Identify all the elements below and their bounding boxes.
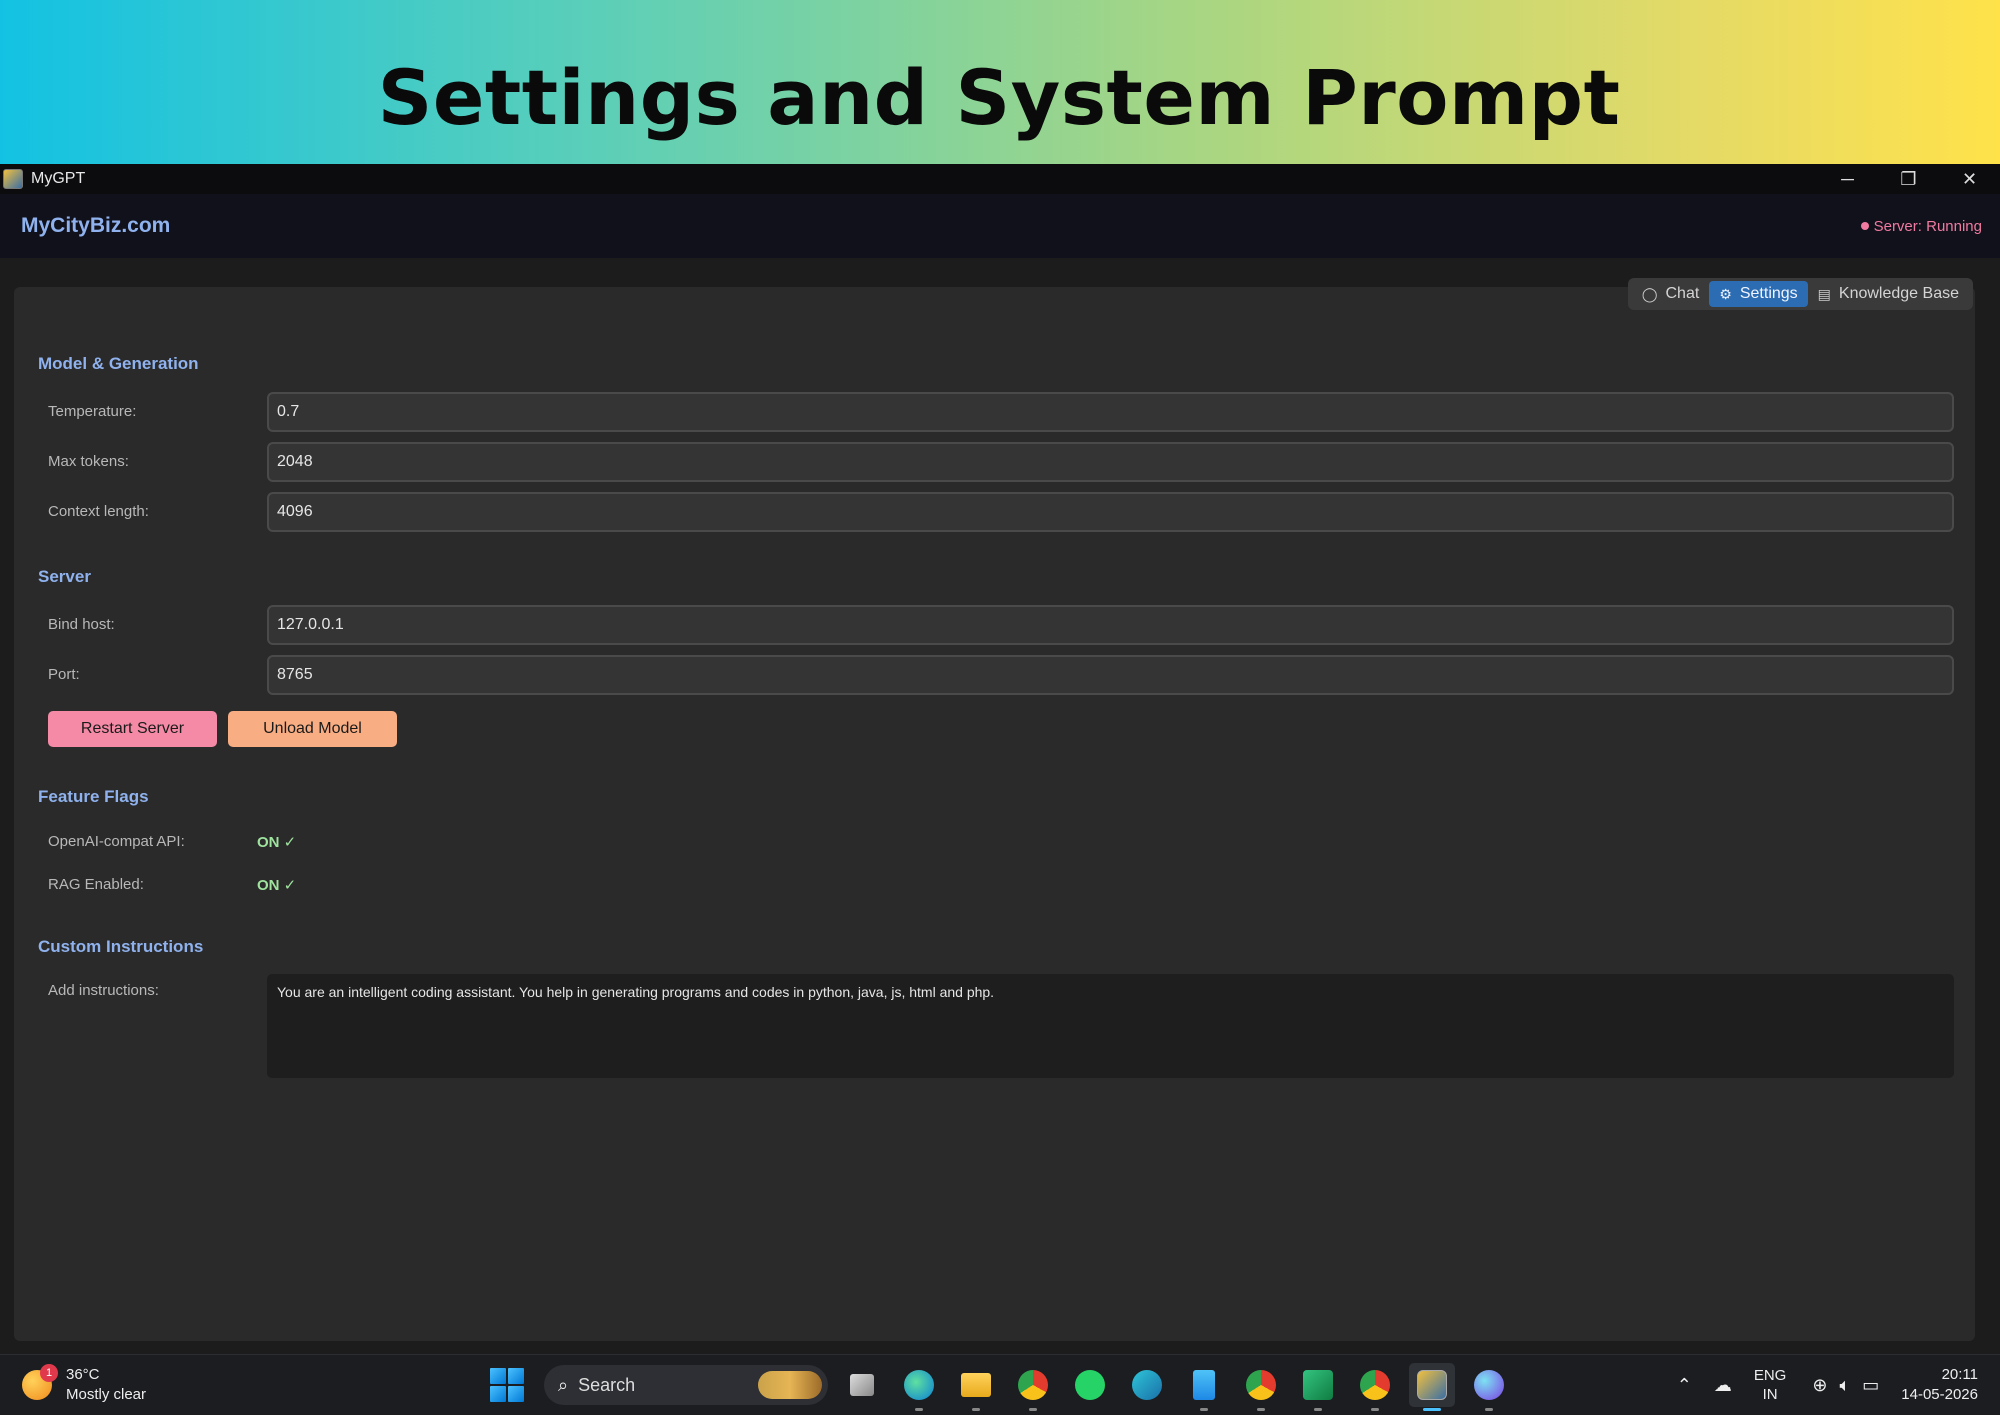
chat-bubble-icon: ◯ (1641, 285, 1658, 302)
max-tokens-label: Max tokens: (48, 453, 129, 470)
edge-icon[interactable] (896, 1363, 942, 1411)
weather-icon: 1 (22, 1364, 58, 1400)
mygpt-taskbar-icon[interactable] (1409, 1363, 1455, 1411)
taskbar-search[interactable]: ⌕ Search (544, 1365, 828, 1405)
excel-icon[interactable] (1295, 1363, 1341, 1411)
section-title-flags: Feature Flags (38, 787, 149, 806)
tab-knowledge-base[interactable]: ▤ Knowledge Base (1808, 281, 1969, 307)
banner: Settings and System Prompt (0, 0, 2000, 164)
whatsapp-icon[interactable] (1067, 1363, 1113, 1407)
port-input[interactable]: 8765 (267, 655, 1954, 695)
clock-date: 14-05-2026 (1901, 1386, 1978, 1403)
bind-host-input[interactable]: 127.0.0.1 (267, 605, 1954, 645)
onedrive-icon[interactable]: ☁ (1714, 1375, 1732, 1396)
tab-bar: ◯ Chat ⚙ Settings ▤ Knowledge Base (1627, 278, 1973, 310)
chrome-secondary-icon[interactable] (1352, 1363, 1398, 1411)
volume-icon[interactable]: 🔈︎ (1839, 1375, 1850, 1396)
status-dot-icon (1860, 222, 1869, 230)
tab-chat[interactable]: ◯ Chat (1632, 281, 1709, 307)
battery-icon[interactable]: ▭ (1862, 1375, 1879, 1396)
openai-api-label: OpenAI-compat API: (48, 833, 185, 850)
temperature-input[interactable]: 0.7 (267, 392, 1954, 432)
section-title-custom: Custom Instructions (38, 937, 204, 956)
tab-settings[interactable]: ⚙ Settings (1709, 281, 1808, 307)
max-tokens-input[interactable]: 2048 (267, 442, 1954, 482)
region-code: IN (1762, 1386, 1778, 1403)
chrome-profile-icon[interactable] (1238, 1363, 1284, 1411)
rag-enabled-toggle[interactable]: ON ✓ (257, 876, 296, 894)
instructions-textarea[interactable]: You are an intelligent coding assistant.… (267, 974, 1954, 1078)
server-status-text: Server: Running (1873, 217, 1982, 235)
copilot-icon[interactable] (1124, 1363, 1170, 1407)
network-icon[interactable]: ⊕ (1812, 1375, 1827, 1396)
taskbar-search-label: Search (578, 1374, 636, 1395)
search-highlight-image (758, 1371, 822, 1399)
context-length-label: Context length: (48, 503, 149, 520)
database-icon: ▤ (1817, 285, 1831, 302)
brand-title: MyCityBiz.com (21, 214, 171, 237)
port-label: Port: (48, 666, 80, 683)
close-icon[interactable]: ✕ (1939, 164, 2000, 194)
clock-time: 20:11 (1941, 1366, 1978, 1383)
tab-knowledge-base-label: Knowledge Base (1838, 285, 1959, 302)
task-view-icon[interactable] (839, 1363, 885, 1407)
language-code: ENG (1753, 1367, 1787, 1384)
system-tray: ⌃ ☁ ENG IN ⊕ 🔈︎ ▭ 20:11 14-05-2026 (1677, 1355, 2000, 1415)
language-indicator[interactable]: ENG IN (1754, 1366, 1787, 1404)
chevron-up-icon[interactable]: ⌃ (1677, 1375, 1692, 1396)
gear-icon: ⚙ (1719, 285, 1732, 302)
bind-host-label: Bind host: (48, 616, 115, 633)
app-icon (3, 169, 23, 189)
tab-settings-label: Settings (1739, 285, 1798, 302)
window-controls: ─ ❐ ✕ (1817, 164, 2000, 194)
search-icon: ⌕ (558, 1374, 569, 1395)
restore-icon[interactable]: ❐ (1878, 164, 1939, 194)
app-header: MyCityBiz.com Server: Running (0, 194, 2000, 258)
temperature-label: Temperature: (48, 403, 137, 420)
weather-temp: 36°C (66, 1366, 100, 1383)
notification-badge: 1 (40, 1364, 58, 1382)
rag-enabled-label: RAG Enabled: (48, 876, 144, 893)
weather-desc: Mostly clear (66, 1386, 147, 1403)
taskbar-apps: ⌕ Search (490, 1363, 1512, 1411)
window-title: MyGPT (31, 170, 86, 187)
taskbar: 1 36°C Mostly clear ⌕ Search ⌃ ☁ ENG IN (0, 1354, 2000, 1414)
unload-model-button[interactable]: Unload Model (228, 711, 397, 747)
section-title-server: Server (38, 567, 91, 586)
window-titlebar: MyGPT ─ ❐ ✕ (0, 164, 2000, 194)
section-title-model: Model & Generation (38, 354, 199, 373)
tab-chat-label: Chat (1665, 285, 1700, 302)
notepad-icon[interactable] (1181, 1363, 1227, 1411)
server-status: Server: Running (1860, 217, 1982, 235)
windows-start-icon[interactable] (490, 1368, 524, 1402)
weather-widget[interactable]: 1 36°C Mostly clear (22, 1364, 147, 1405)
restart-server-button[interactable]: Restart Server (48, 711, 217, 747)
clock[interactable]: 20:11 14-05-2026 (1901, 1365, 1978, 1405)
add-instructions-label: Add instructions: (48, 982, 159, 999)
chrome-icon[interactable] (1010, 1363, 1056, 1411)
file-explorer-icon[interactable] (953, 1363, 999, 1411)
banner-title: Settings and System Prompt (377, 52, 1621, 142)
openai-api-toggle[interactable]: ON ✓ (257, 833, 296, 851)
minimize-icon[interactable]: ─ (1817, 164, 1878, 194)
canva-icon[interactable] (1466, 1363, 1512, 1411)
context-length-input[interactable]: 4096 (267, 492, 1954, 532)
